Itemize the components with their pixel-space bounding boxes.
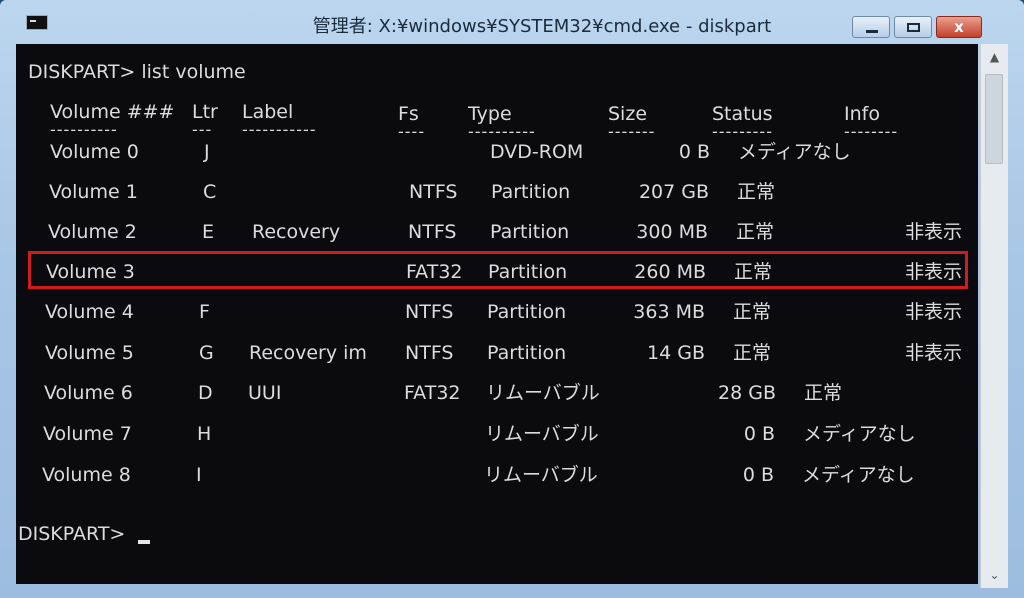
cell-volume: Volume 4 — [45, 301, 134, 323]
title-bar[interactable]: 管理者: X:¥windows¥SYSTEM32¥cmd.exe - diskp… — [0, 0, 1024, 44]
cell-volume: Volume 2 — [48, 221, 137, 243]
cell-fs: NTFS — [405, 301, 454, 323]
minimize-button[interactable] — [852, 16, 890, 38]
cell-ltr: F — [199, 301, 210, 323]
console-output[interactable]: DISKPART> list volume Volume ### Ltr Lab… — [16, 44, 978, 584]
cell-volume: Volume 1 — [49, 181, 138, 203]
cell-ltr: I — [196, 464, 202, 486]
cell-status: 正常 — [736, 221, 775, 243]
cell-size: 28 GB — [718, 382, 776, 404]
cell-status: メディアなし — [803, 423, 916, 445]
cell-info: 非表示 — [904, 342, 962, 364]
cell-volume: Volume 6 — [44, 382, 133, 404]
cell-ltr: H — [197, 423, 212, 445]
cell-label: UUI — [248, 382, 282, 404]
cell-label: Recovery — [252, 221, 341, 243]
scroll-down-icon[interactable]: ⌄ — [981, 564, 1008, 586]
cell-type: Partition — [490, 221, 570, 243]
cell-info: 非表示 — [904, 221, 962, 243]
cell-status: メディアなし — [738, 141, 851, 163]
close-button[interactable]: x — [936, 16, 982, 38]
minimize-icon — [866, 30, 878, 33]
volume-3-highlight-box — [28, 251, 968, 289]
cell-status: 正常 — [733, 342, 772, 364]
cell-size: 363 MB — [633, 301, 705, 323]
cell-ltr: D — [198, 382, 213, 404]
cell-size: 300 MB — [636, 221, 708, 243]
scroll-thumb[interactable] — [985, 74, 1003, 164]
separator-size: ------- — [608, 122, 656, 141]
separator-fs: ---- — [398, 122, 426, 141]
separator-volume: ---------- — [50, 120, 118, 139]
cell-size: 207 GB — [638, 181, 709, 203]
cell-ltr: C — [203, 181, 217, 203]
cell-volume: Volume 7 — [43, 423, 132, 445]
close-icon: x — [954, 18, 964, 36]
cell-type: DVD-ROM — [490, 141, 584, 163]
cell-status: 正常 — [733, 301, 772, 323]
cell-volume: Volume 8 — [42, 464, 131, 486]
cell-status: メディアなし — [802, 464, 915, 486]
cmd-window: 管理者: X:¥windows¥SYSTEM32¥cmd.exe - diskp… — [0, 0, 1024, 598]
maximize-button[interactable] — [894, 16, 932, 38]
separator-label: ----------- — [242, 120, 317, 139]
cell-type: リムーバブル — [486, 382, 600, 404]
cell-size: 14 GB — [647, 342, 705, 364]
cell-size: 0 B — [678, 141, 710, 163]
cell-type: Partition — [487, 342, 567, 364]
cell-label: Recovery im — [249, 342, 367, 364]
maximize-icon — [907, 23, 920, 32]
cell-volume: Volume 5 — [45, 342, 134, 364]
text-cursor — [138, 540, 150, 544]
separator-info: -------- — [844, 122, 899, 141]
cell-fs: NTFS — [405, 342, 454, 364]
cell-fs: FAT32 — [404, 382, 461, 404]
vertical-scrollbar[interactable]: ▲ ⌄ — [980, 44, 1008, 588]
cell-type: Partition — [491, 181, 571, 203]
separator-ltr: --- — [192, 120, 213, 139]
cell-status: 正常 — [804, 382, 843, 404]
cell-size: 0 B — [742, 464, 774, 486]
cell-type: Partition — [487, 301, 567, 323]
cell-ltr: G — [199, 342, 214, 364]
cell-volume: Volume 0 — [50, 141, 139, 163]
cell-fs: NTFS — [409, 181, 458, 203]
cell-ltr: J — [204, 141, 210, 163]
cell-status: 正常 — [737, 181, 776, 203]
scroll-up-icon[interactable]: ▲ — [981, 46, 1008, 68]
command-line: DISKPART> list volume — [28, 61, 246, 83]
cell-size: 0 B — [743, 423, 775, 445]
cell-info: 非表示 — [904, 301, 962, 323]
diskpart-prompt: DISKPART> — [18, 523, 126, 545]
cell-ltr: E — [202, 221, 215, 243]
cell-type: リムーバブル — [485, 423, 599, 445]
cell-fs: NTFS — [408, 221, 457, 243]
cell-type: リムーバブル — [484, 464, 598, 486]
